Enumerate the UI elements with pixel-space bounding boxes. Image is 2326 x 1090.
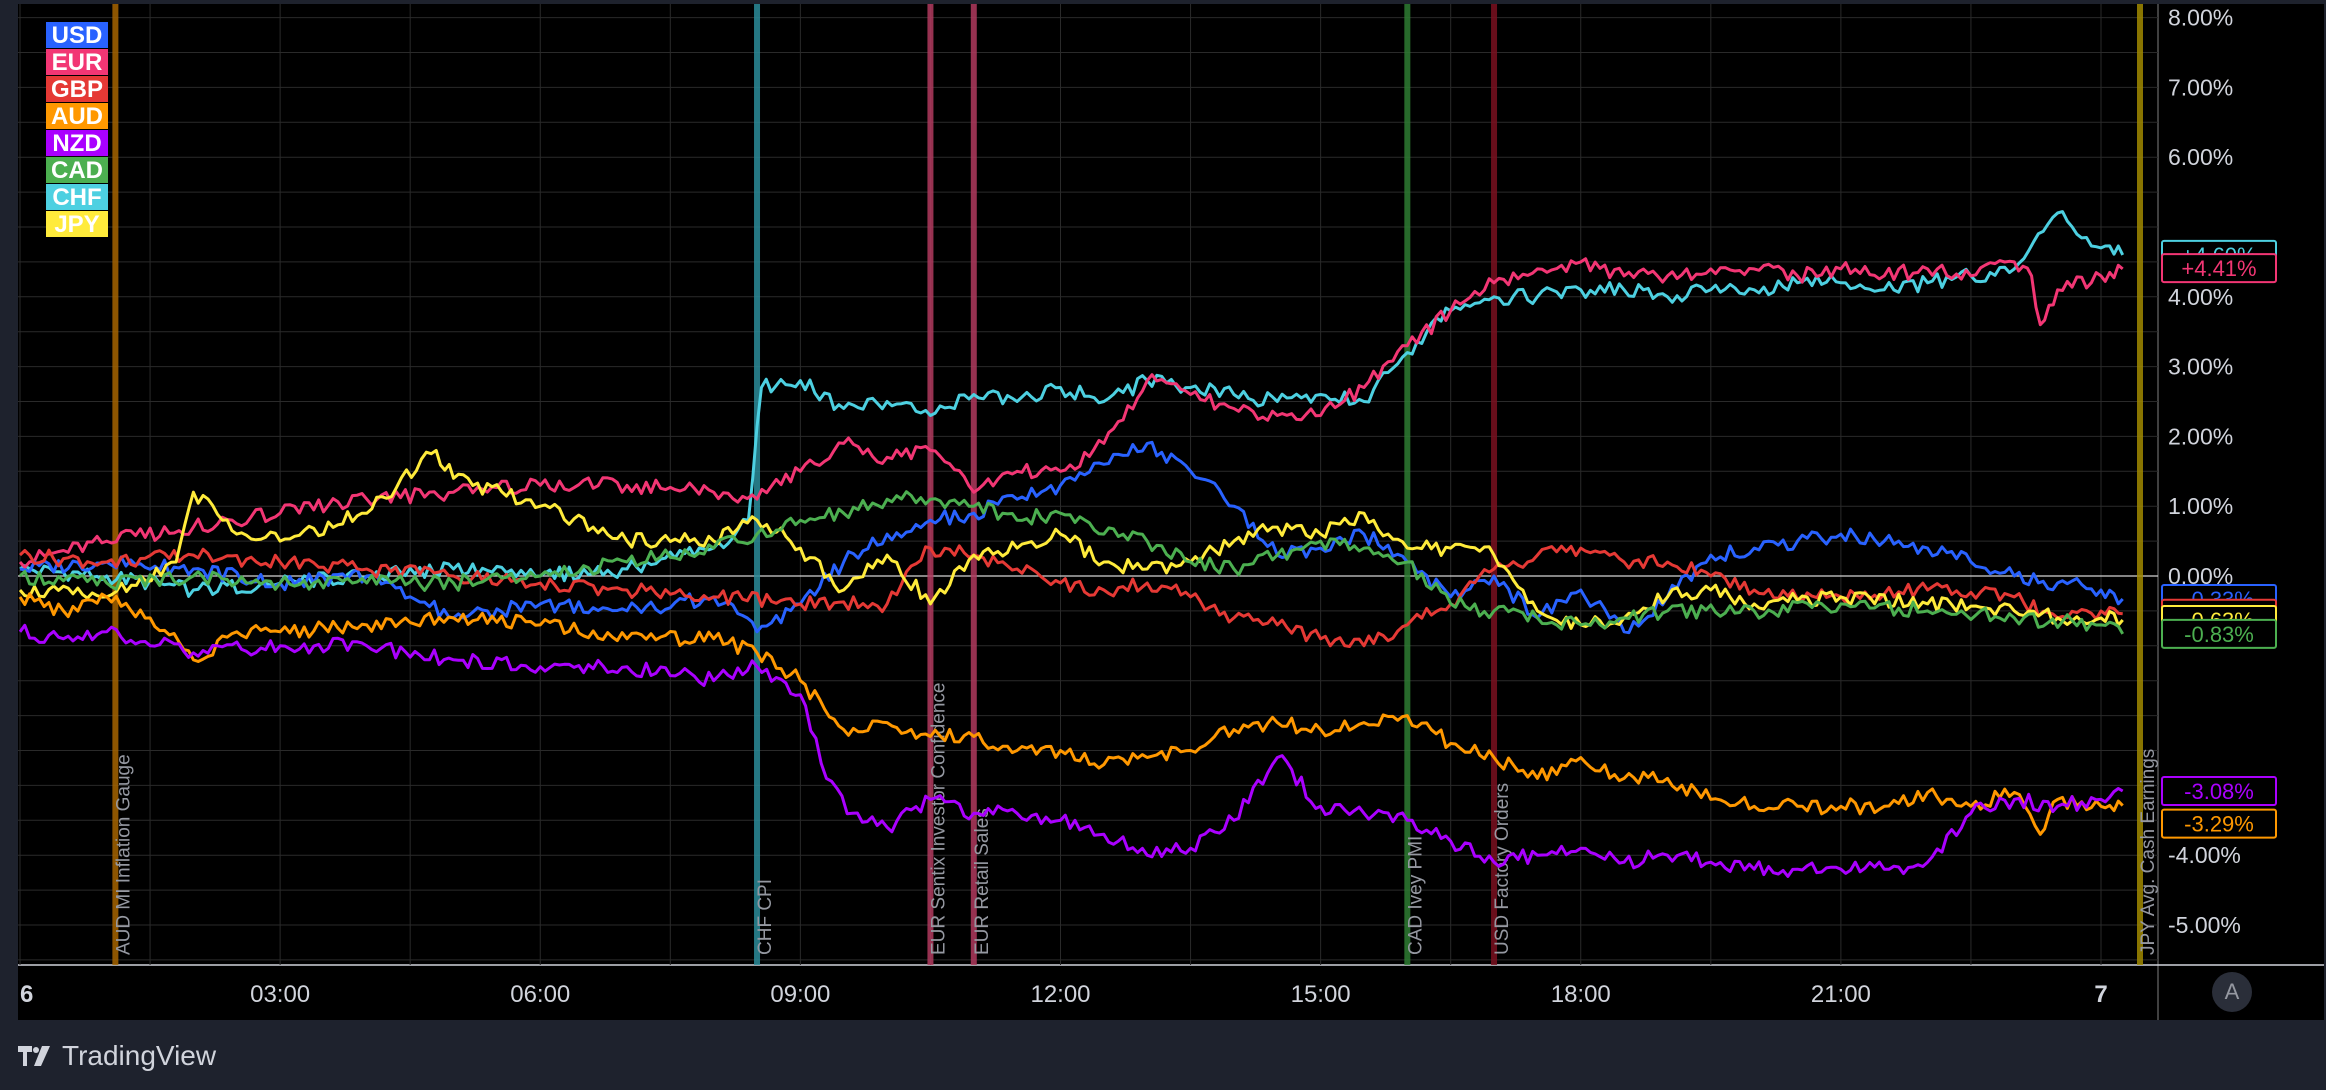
y-tick-label: 7.00%	[2168, 74, 2233, 100]
y-tick-label: 6.00%	[2168, 144, 2233, 170]
legend-label-chf: CHF	[52, 184, 101, 211]
last-value-text: +4.41%	[2181, 256, 2256, 281]
last-value-badge-cad: -0.83%	[2161, 618, 2277, 649]
last-value-badge-eur: +4.41%	[2161, 253, 2277, 284]
event-label: JPY Avg. Cash Earnings	[2138, 749, 2159, 955]
auto-scale-button[interactable]: A	[2212, 972, 2252, 1012]
x-tick-label: 18:00	[1551, 981, 1611, 1008]
legend-label-aud: AUD	[51, 103, 103, 130]
legend-label-eur: EUR	[52, 49, 103, 76]
footer: TradingView	[18, 1036, 216, 1076]
legend-label-nzd: NZD	[52, 130, 101, 157]
tradingview-logo-icon	[18, 1046, 50, 1066]
y-tick-label: 2.00%	[2168, 423, 2233, 449]
chart-frame: AUD MI Inflation Gauge CHF CPI EUR Sentix …	[0, 0, 2326, 1090]
event-line[interactable]	[754, 4, 761, 965]
x-tick-label: 15:00	[1291, 981, 1351, 1008]
event-label: EUR Sentix Investor Confidence	[928, 683, 949, 955]
last-value-badge-aud: -3.29%	[2161, 808, 2277, 839]
event-label: AUD MI Inflation Gauge	[113, 754, 134, 955]
legend-label-cad: CAD	[51, 157, 103, 184]
auto-scale-label: A	[2224, 979, 2240, 1004]
legend-label-jpy: JPY	[54, 211, 99, 238]
last-value-text: -3.29%	[2184, 812, 2254, 837]
last-value-badge-nzd: -3.08%	[2161, 775, 2277, 806]
x-tick-label: 09:00	[770, 981, 830, 1008]
plot-area	[18, 4, 2158, 965]
brand-name[interactable]: TradingView	[62, 1040, 216, 1072]
last-value-text: -0.83%	[2184, 622, 2254, 647]
event-label: CHF CPI	[755, 879, 776, 955]
x-tick-label: 03:00	[250, 981, 310, 1008]
y-tick-label: 1.00%	[2168, 493, 2233, 519]
x-tick-label: 7	[2094, 981, 2107, 1008]
forex-strength-chart: AUD MI Inflation Gauge CHF CPI EUR Sentix …	[18, 4, 2324, 1020]
event-label: EUR Retail Sales	[972, 808, 993, 955]
y-tick-label: -5.00%	[2168, 912, 2241, 938]
x-tick-label: 12:00	[1030, 981, 1090, 1008]
y-tick-label: -4.00%	[2168, 842, 2241, 868]
time-axis[interactable]	[18, 965, 2324, 1020]
event-label: USD Factory Orders	[1492, 783, 1513, 955]
y-tick-label: 8.00%	[2168, 5, 2233, 31]
last-value-text: -3.08%	[2184, 779, 2254, 804]
x-tick-label: 21:00	[1811, 981, 1871, 1008]
y-tick-label: 3.00%	[2168, 354, 2233, 380]
x-tick-label: 06:00	[510, 981, 570, 1008]
legend-label-gbp: GBP	[51, 76, 103, 103]
event-label: CAD Ivey PMI	[1405, 836, 1426, 955]
legend-label-usd: USD	[52, 22, 103, 49]
y-tick-label: 4.00%	[2168, 284, 2233, 310]
x-tick-label: 6	[20, 981, 33, 1008]
